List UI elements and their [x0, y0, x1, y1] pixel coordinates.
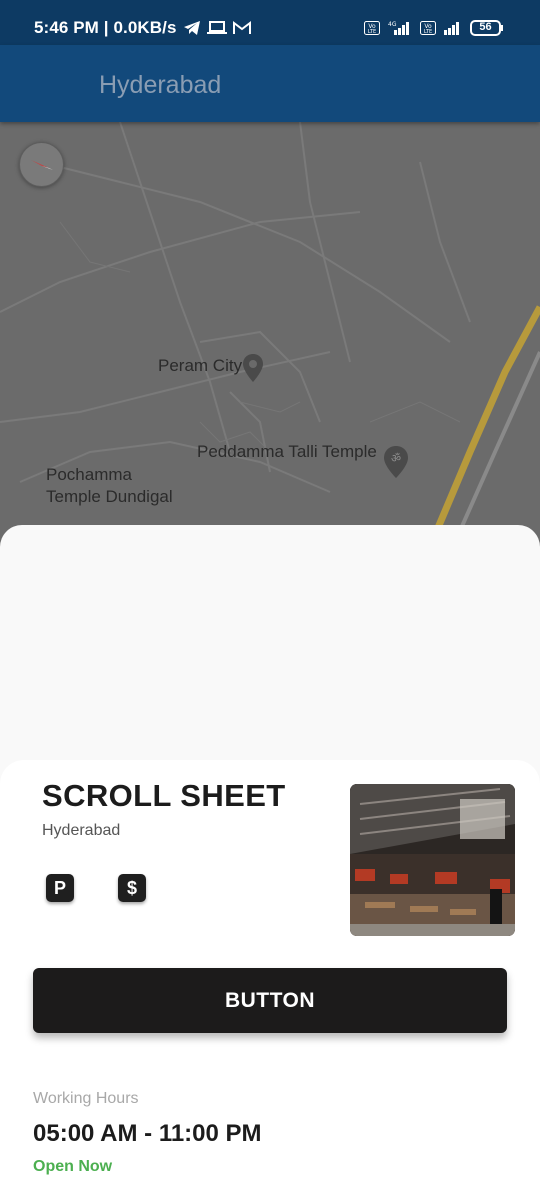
map-label-pochamma-line1: Pochamma [46, 465, 132, 484]
working-hours-label: Working Hours [33, 1090, 139, 1107]
signal-icon [442, 20, 464, 36]
sheet-subtitle: Hyderabad [42, 822, 121, 839]
signal-4g-icon: 4G [386, 20, 414, 36]
sheet-background [0, 525, 540, 785]
app-bar: Hyderabad [0, 45, 540, 122]
status-time-speed: 5:46 PM | 0.0KB/s [34, 18, 177, 37]
map-view[interactable]: Peram City Peddamma Talli Temple ॐ Pocha… [0, 122, 540, 542]
svg-text:LTE: LTE [368, 29, 376, 35]
restaurant-photo [350, 784, 515, 936]
battery-icon: 56 [470, 20, 504, 36]
volte-icon: Vo LTE [364, 21, 380, 35]
battery-level: 56 [479, 21, 492, 33]
map-label-peddamma-temple: Peddamma Talli Temple [197, 442, 377, 461]
gmail-icon [232, 21, 251, 35]
open-status: Open Now [33, 1158, 113, 1175]
compass-button[interactable] [19, 142, 64, 187]
svg-text:ॐ: ॐ [391, 452, 401, 465]
page-title: Hyderabad [99, 71, 222, 99]
svg-text:LTE: LTE [424, 29, 432, 35]
map-label-peram-city: Peram City [158, 356, 243, 375]
dollar-icon: $ [118, 874, 146, 902]
sheet-title: SCROLL SHEET [42, 778, 286, 813]
working-hours-value: 05:00 AM - 11:00 PM [33, 1120, 262, 1147]
scroll-sheet[interactable]: SCROLL SHEET Hyderabad P $ BUTTON Workin… [0, 760, 540, 1200]
primary-button[interactable]: BUTTON [33, 968, 507, 1033]
compass-icon [31, 160, 53, 170]
telegram-icon [183, 20, 201, 36]
parking-icon: P [46, 874, 74, 902]
map-label-pochamma-line2: Temple Dundigal [46, 487, 173, 506]
laptop-icon [206, 21, 227, 35]
volte-icon-2: Vo LTE [420, 21, 436, 35]
svg-text:4G: 4G [388, 21, 397, 28]
status-bar: 5:46 PM | 0.0KB/s Vo LTE 4G Vo LTE 56 [0, 0, 540, 45]
